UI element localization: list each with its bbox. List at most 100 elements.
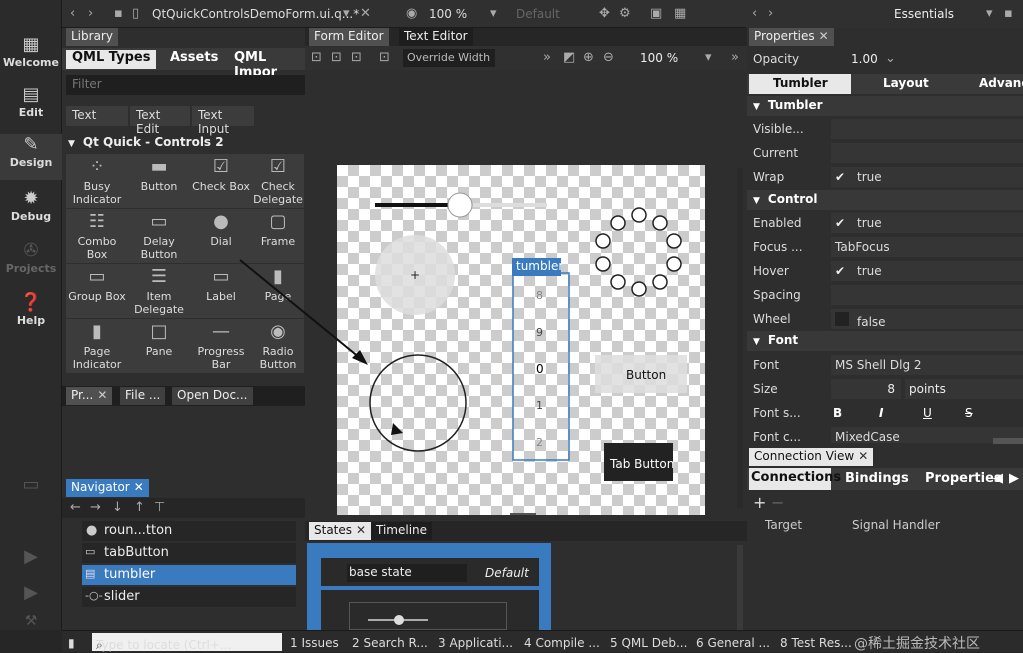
lib-item-check-box[interactable]: ☑ Check Box bbox=[190, 154, 252, 208]
color-picker-icon[interactable]: ◩ bbox=[563, 51, 575, 65]
mode-edit[interactable]: ▤ Edit bbox=[0, 84, 62, 126]
enabled-checkbox[interactable]: ✔ true bbox=[831, 213, 1023, 233]
close-icon[interactable]: ✕ bbox=[356, 523, 366, 537]
library-filter-input[interactable]: Filter bbox=[66, 75, 305, 95]
properties-tab[interactable]: Properties ✕ bbox=[749, 28, 834, 46]
size-unit-select[interactable]: points bbox=[905, 379, 1023, 399]
boundaries-icon[interactable]: ⊡ bbox=[379, 51, 390, 65]
tab-open-documents[interactable]: Open Doc... bbox=[172, 387, 253, 405]
focus-select[interactable]: TabFocus bbox=[831, 237, 1023, 257]
tab-form-editor[interactable]: Form Editor bbox=[309, 28, 389, 46]
locate-input[interactable]: ⌕ Type to locate (Ctrl+... bbox=[92, 633, 282, 652]
zoom-out-icon[interactable]: ⊖ bbox=[603, 51, 614, 65]
arrow-left-icon[interactable]: ← bbox=[70, 501, 81, 515]
canvas-vscrollbar[interactable] bbox=[737, 168, 743, 508]
lib-item-combo-box[interactable]: ☷ Combo Box bbox=[66, 209, 128, 263]
pane-issues[interactable]: 1 Issues bbox=[290, 636, 339, 650]
lib-item-check-delegate[interactable]: ☑ Check Delegate bbox=[252, 154, 304, 208]
base-state[interactable]: base state Default bbox=[307, 543, 551, 630]
live-preview-icon[interactable]: ◉ bbox=[406, 7, 417, 21]
tab-connections[interactable]: Connections bbox=[749, 468, 841, 490]
zoom-in-icon[interactable]: ⊕ bbox=[583, 51, 594, 65]
snap-icon[interactable]: ⊡ bbox=[311, 51, 322, 65]
chevron-down-icon[interactable]: ▾ bbox=[343, 7, 350, 21]
lib-item-text-input[interactable]: Text Input bbox=[192, 106, 254, 136]
dial[interactable] bbox=[369, 354, 467, 452]
snap-anchor-icon[interactable]: ⊡ bbox=[331, 51, 342, 65]
pane-search-results[interactable]: 2 Search R... bbox=[352, 636, 428, 650]
properties-scrollbar[interactable] bbox=[993, 438, 1023, 444]
size-field[interactable]: 8 bbox=[831, 379, 901, 399]
pane-test-results[interactable]: 8 Test Res... bbox=[780, 636, 852, 650]
filter-icon[interactable]: ⊤ bbox=[154, 501, 165, 515]
close-icon[interactable]: ✕ bbox=[858, 449, 868, 463]
close-icon[interactable]: ✕ bbox=[819, 29, 829, 43]
tab-text-editor[interactable]: Text Editor bbox=[399, 28, 473, 46]
override-width-field[interactable]: Override Width bbox=[403, 49, 495, 67]
tab-properties[interactable]: Properties bbox=[925, 471, 1002, 486]
tab-layout[interactable]: Layout bbox=[883, 76, 929, 90]
current-field[interactable] bbox=[831, 143, 1023, 163]
navigator-tab[interactable]: Navigator ✕ bbox=[66, 479, 149, 497]
section-control[interactable]: ▼ Control bbox=[747, 190, 1023, 210]
back-icon[interactable]: ‹ bbox=[70, 7, 75, 21]
build-icon[interactable]: ⚒ bbox=[0, 614, 62, 630]
pane-general-messages[interactable]: 6 General ... bbox=[696, 636, 770, 650]
chevron-down-icon[interactable]: ⌄ bbox=[885, 52, 896, 66]
style-select[interactable]: Default bbox=[516, 7, 560, 21]
bold-button[interactable]: B bbox=[833, 406, 842, 420]
hover-checkbox[interactable]: ✔ true bbox=[831, 261, 1023, 281]
nav-item-tumbler[interactable]: ▤ tumbler bbox=[82, 565, 296, 585]
wrap-checkbox[interactable]: ✔ true bbox=[831, 167, 1023, 187]
close-icon[interactable]: ✕ bbox=[360, 7, 371, 21]
monitor-icon[interactable]: ▭ bbox=[0, 474, 62, 504]
remove-icon[interactable]: − bbox=[771, 495, 784, 511]
tab-timeline[interactable]: Timeline bbox=[371, 522, 433, 540]
nav-item-tab-button[interactable]: ▭ tabButton bbox=[82, 543, 296, 563]
chevron-down-icon[interactable]: ▾ bbox=[986, 7, 993, 21]
lib-item-page-indicator[interactable]: ▮ Page Indicator bbox=[66, 319, 128, 373]
underline-button[interactable]: U bbox=[923, 406, 932, 420]
nav-item-slider[interactable]: -○- slider bbox=[82, 587, 296, 607]
section-tumbler[interactable]: ▼ Tumbler bbox=[747, 96, 1023, 116]
tab-advanced[interactable]: Advanc bbox=[979, 76, 1023, 90]
run-icon[interactable]: ▶ bbox=[0, 546, 62, 570]
arrow-down-icon[interactable]: ↓ bbox=[112, 501, 123, 515]
snap-margin-icon[interactable]: ⊡ bbox=[351, 51, 362, 65]
mode-design[interactable]: ✎ Design bbox=[0, 134, 62, 180]
tab-bindings[interactable]: Bindings bbox=[845, 471, 909, 486]
grid-layout-icon[interactable]: ▦ bbox=[674, 7, 686, 21]
lib-item-text[interactable]: Text bbox=[66, 106, 128, 126]
chevron-down-icon[interactable]: ▾ bbox=[490, 7, 497, 21]
slider-handle[interactable] bbox=[447, 192, 473, 218]
close-icon[interactable]: ✕ bbox=[97, 388, 107, 402]
overflow-icon[interactable]: » bbox=[543, 51, 551, 65]
scroll-left-icon[interactable]: ◀ bbox=[993, 472, 1003, 486]
add-icon[interactable]: + bbox=[753, 495, 766, 511]
lib-item-pane[interactable]: □ Pane bbox=[128, 319, 190, 373]
font-select[interactable]: MS Shell Dlg 2 bbox=[831, 355, 1023, 375]
tab-file-system[interactable]: File ... bbox=[120, 387, 166, 405]
tab-states[interactable]: States ✕ bbox=[309, 522, 372, 540]
strikeout-button[interactable]: S bbox=[965, 406, 973, 420]
debug-run-icon[interactable]: ▶ bbox=[0, 582, 62, 606]
lock-icon[interactable]: ▪ bbox=[1004, 7, 1013, 21]
lib-item-item-delegate[interactable]: ☰ Item Delegate bbox=[128, 264, 190, 318]
mode-debug[interactable]: ✹ Debug bbox=[0, 188, 62, 230]
pane-compile-output[interactable]: 4 Compile ... bbox=[524, 636, 600, 650]
lib-item-delay-button[interactable]: ▭ Delay Button bbox=[128, 209, 190, 263]
overflow-icon[interactable]: » bbox=[731, 51, 739, 65]
scroll-right-icon[interactable]: ▶ bbox=[1009, 472, 1019, 486]
visible-field[interactable] bbox=[831, 119, 1023, 139]
base-state-name[interactable]: base state bbox=[347, 564, 467, 582]
tab-assets[interactable]: Assets bbox=[170, 50, 218, 65]
prev-icon[interactable]: ‹ bbox=[752, 7, 757, 21]
pane-application-output[interactable]: 3 Applicati... bbox=[438, 636, 513, 650]
section-font[interactable]: ▼ Font bbox=[747, 331, 1023, 351]
editor-zoom-value[interactable]: 100 % bbox=[640, 51, 678, 65]
library-tab[interactable]: Library bbox=[66, 28, 118, 46]
sidebar-toggle-icon[interactable]: ▮ bbox=[68, 636, 75, 650]
mode-projects[interactable]: ✇ Projects bbox=[0, 240, 62, 282]
dial-handle[interactable] bbox=[391, 423, 403, 435]
move-icon[interactable]: ✥ bbox=[599, 7, 610, 21]
